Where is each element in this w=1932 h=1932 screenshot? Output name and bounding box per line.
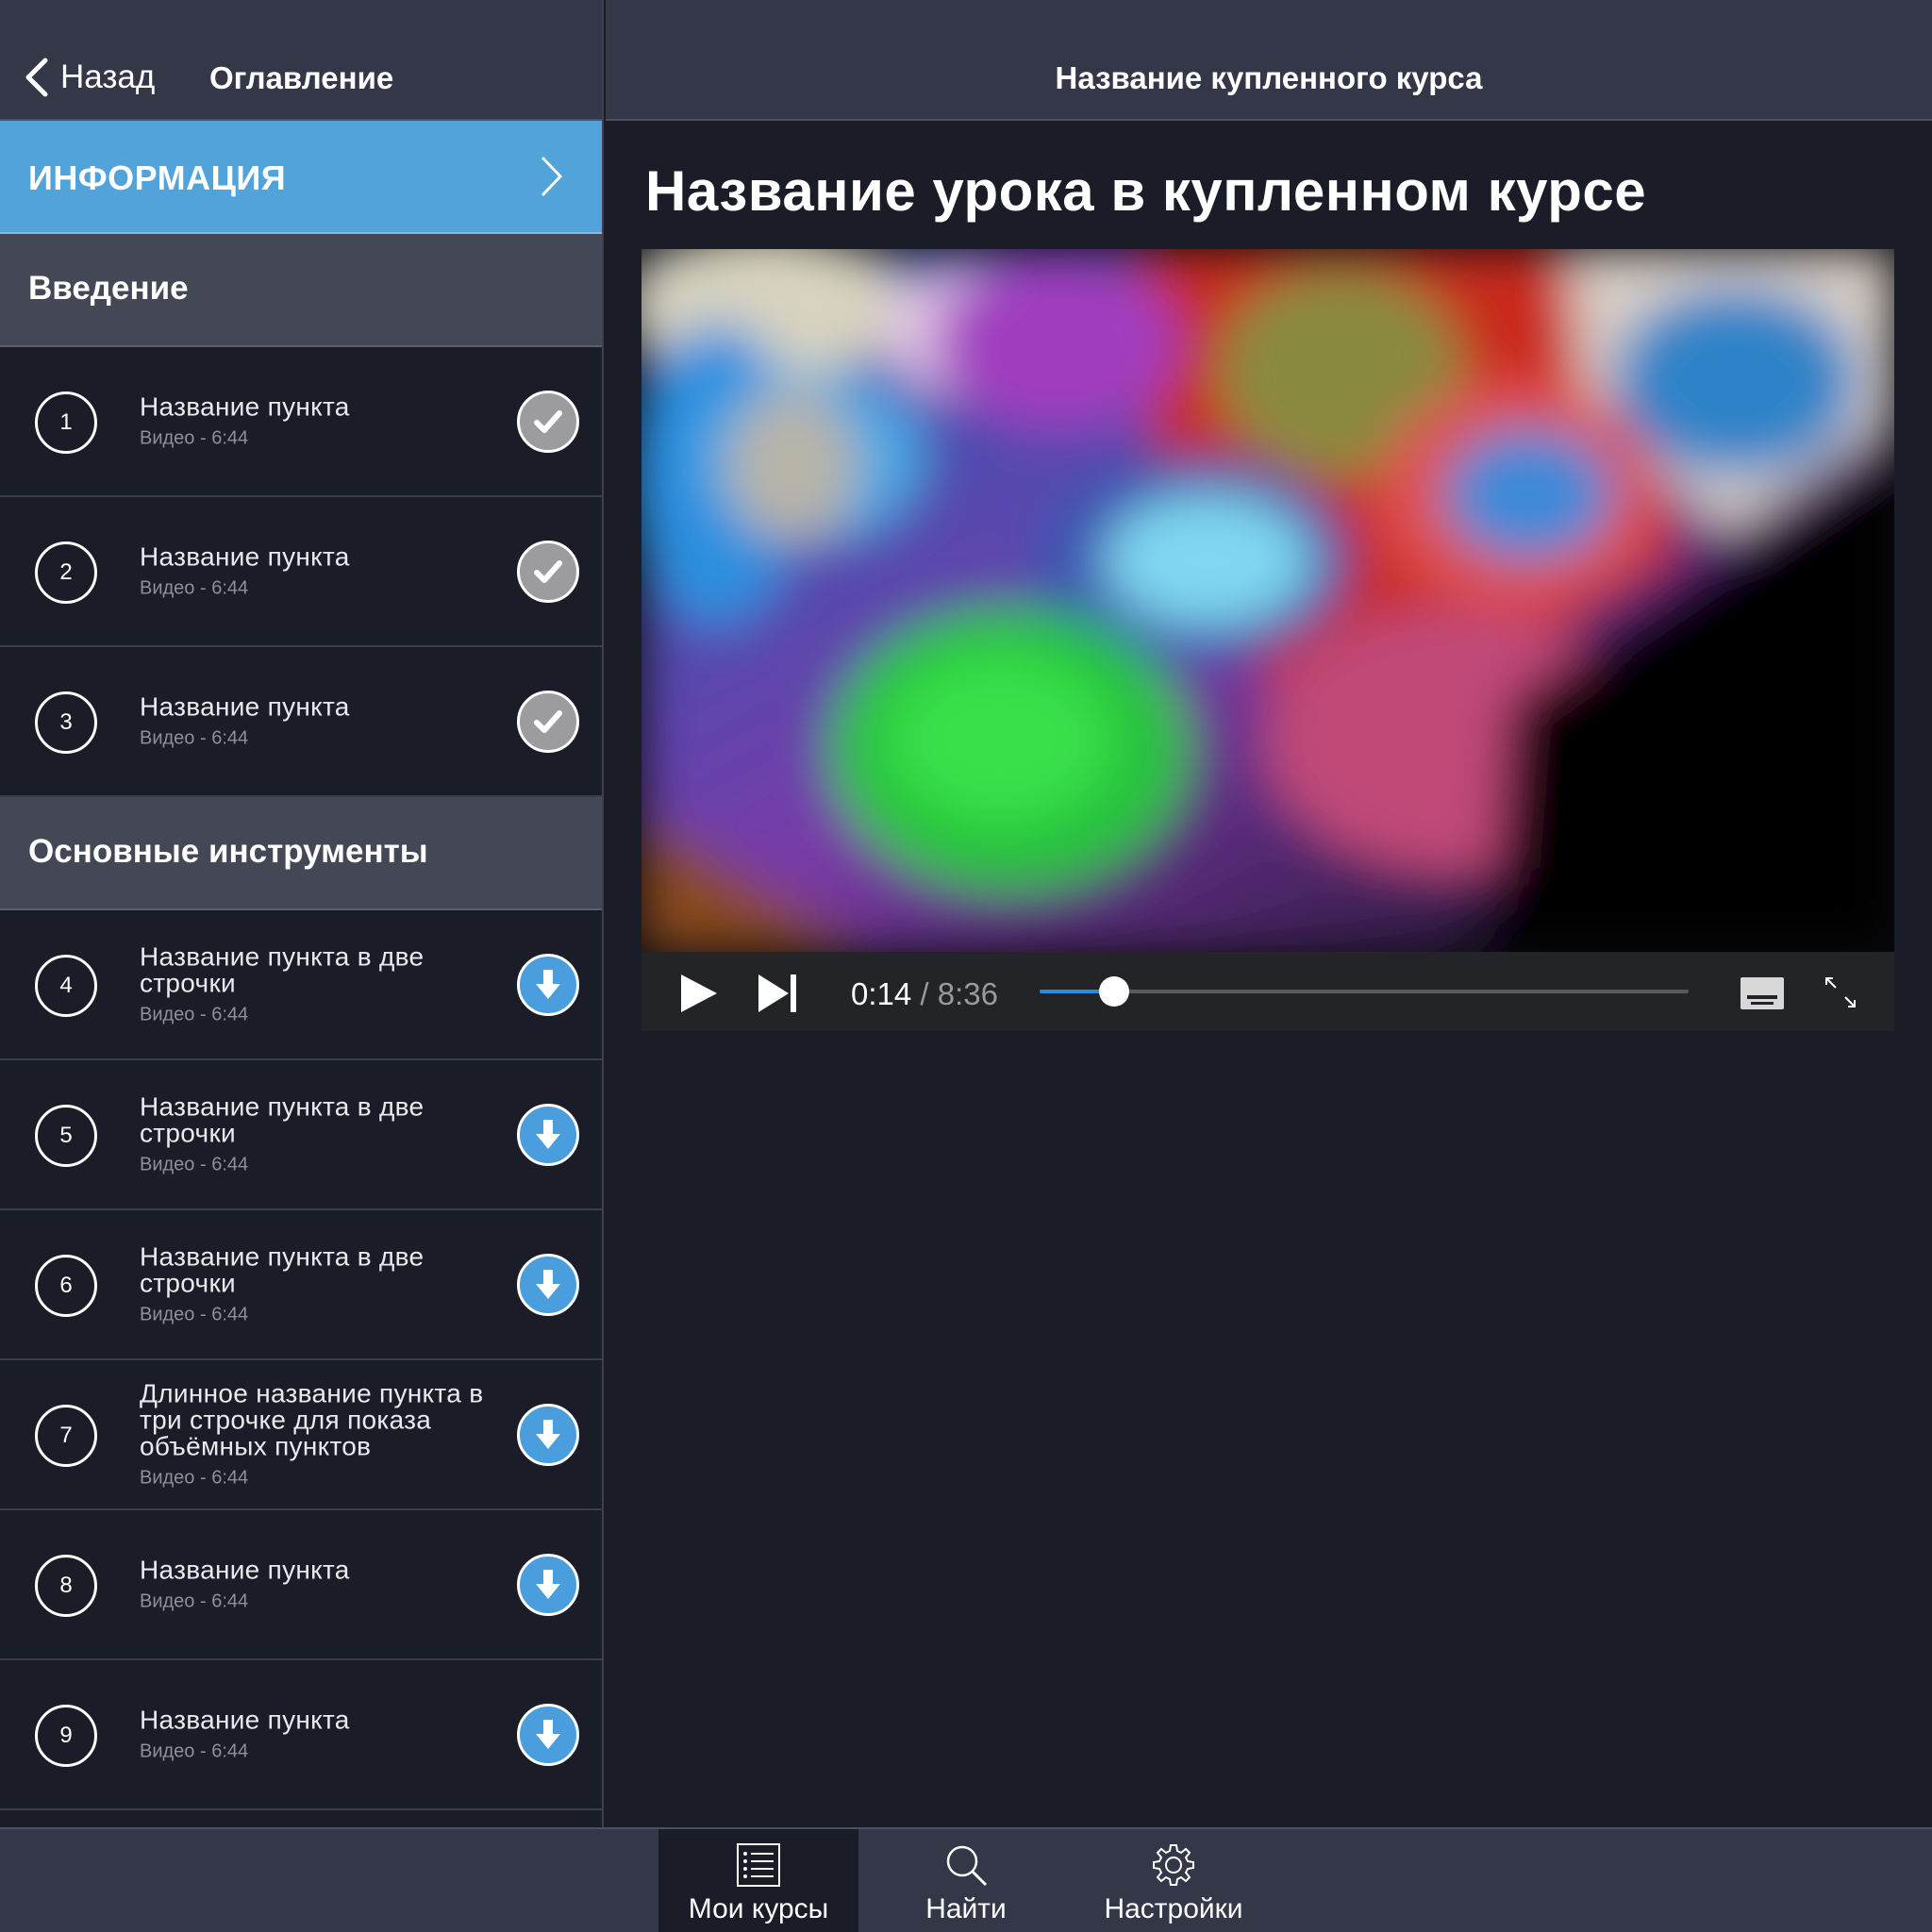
lesson-text: Название пункта Видео - 6:44 — [140, 543, 489, 599]
tab-label: Настройки — [1104, 1893, 1243, 1924]
lesson-title: Название пункта — [140, 691, 350, 721]
lesson-title: Название пункта в две строчки — [140, 1241, 425, 1297]
video-controls: 0:14 / 8:36 — [641, 952, 1894, 1031]
tab-search[interactable]: Найти — [896, 1829, 1036, 1932]
lesson-item[interactable]: 3 Название пункта Видео - 6:44 — [0, 647, 602, 797]
download-icon[interactable] — [517, 1704, 579, 1766]
lesson-sections: Введение 1 Название пункта Видео - 6:44 2 Наз… — [0, 234, 602, 1810]
time-display: 0:14 / 8:36 — [851, 976, 998, 1012]
lesson-item[interactable]: 5 Название пункта в две строчки Видео - 6:… — [0, 1060, 602, 1210]
chevron-right-icon — [541, 156, 563, 197]
lesson-item[interactable]: 6 Название пункта в две строчки Видео - 6:… — [0, 1210, 602, 1360]
back-button[interactable]: Назад — [23, 57, 155, 98]
lesson-title: Название пункта — [140, 391, 350, 421]
lesson-text: Название пункта в две строчки Видео - 6:4… — [140, 1093, 489, 1175]
download-icon[interactable] — [517, 954, 579, 1016]
chevron-left-icon — [25, 58, 48, 97]
lesson-text: Название пункта Видео - 6:44 — [140, 693, 489, 749]
download-icon[interactable] — [517, 1554, 579, 1616]
back-label: Назад — [60, 58, 156, 95]
lesson-number: 5 — [35, 1105, 97, 1167]
search-icon — [946, 1845, 988, 1887]
table-of-contents-sidebar: Назад Оглавление ИНФОРМАЦИЯ Введение 1 Наз… — [0, 0, 604, 1827]
lesson-item[interactable]: 9 Название пункта Видео - 6:44 — [0, 1660, 602, 1810]
lesson-title: Название пункта в две строчки — [140, 1091, 425, 1147]
lesson-item[interactable]: 4 Название пункта в две строчки Видео - 6:… — [0, 910, 602, 1060]
lesson-item[interactable]: 2 Название пункта Видео - 6:44 — [0, 497, 602, 647]
lesson-number: 4 — [35, 955, 97, 1017]
lesson-duration: Видео - 6:44 — [140, 1004, 249, 1024]
lesson-title: Название пункта — [140, 1555, 350, 1584]
lesson-text: Название пункта Видео - 6:44 — [140, 1707, 489, 1762]
lesson-item[interactable]: 7 Длинное название пункта в три строчке д… — [0, 1360, 602, 1510]
current-time: 0:14 — [851, 976, 912, 1011]
completed-check-icon — [517, 541, 579, 603]
skip-next-icon[interactable] — [757, 973, 798, 1014]
lesson-duration: Видео - 6:44 — [140, 727, 249, 748]
seek-bar[interactable] — [1040, 976, 1689, 1007]
total-time: 8:36 — [937, 976, 998, 1011]
completed-check-icon — [517, 391, 579, 453]
section-header: Основные инструменты — [0, 797, 602, 910]
lesson-number: 8 — [35, 1555, 97, 1617]
tab-my-courses[interactable]: Мои курсы — [658, 1829, 858, 1932]
lesson-duration: Видео - 6:44 — [140, 1591, 249, 1611]
download-icon[interactable] — [517, 1254, 579, 1316]
subtitles-icon[interactable] — [1740, 976, 1785, 1010]
lesson-text: Название пункта Видео - 6:44 — [140, 393, 489, 449]
lesson-title: Длинное название пункта в три строчке дл… — [140, 1378, 484, 1460]
gear-icon — [1153, 1844, 1194, 1886]
lesson-title: Название пункта — [140, 1705, 350, 1734]
lesson-number: 9 — [35, 1705, 97, 1767]
lesson-title: Название пункта в две строчки — [140, 941, 425, 997]
lesson-number: 2 — [35, 541, 97, 604]
lesson-title: Название урока в купленном курсе — [645, 159, 1647, 223]
lesson-duration: Видео - 6:44 — [140, 577, 249, 598]
completed-check-icon — [517, 691, 579, 753]
section-header: Введение — [0, 234, 602, 347]
time-separator: / — [920, 976, 929, 1011]
video-thumbnail — [641, 249, 1894, 952]
lesson-number: 7 — [35, 1405, 97, 1467]
video-frame[interactable] — [641, 249, 1894, 952]
section-title: Введение — [28, 270, 189, 307]
lesson-text: Название пункта в две строчки Видео - 6:4… — [140, 1243, 489, 1325]
lesson-title: Название пункта — [140, 541, 350, 571]
sidebar-title: Оглавление — [209, 60, 394, 95]
section-title: Основные инструменты — [28, 833, 428, 870]
seek-knob[interactable] — [1099, 976, 1130, 1007]
lesson-text: Название пункта в две строчки Видео - 6:4… — [140, 943, 489, 1025]
lesson-duration: Видео - 6:44 — [140, 1154, 249, 1174]
lesson-duration: Видео - 6:44 — [140, 1740, 249, 1761]
play-icon[interactable] — [677, 973, 719, 1014]
lesson-text: Название пункта Видео - 6:44 — [140, 1557, 489, 1612]
main-header: Название купленного курса — [606, 0, 1932, 121]
download-icon[interactable] — [517, 1404, 579, 1466]
tab-label: Найти — [925, 1893, 1007, 1924]
courses-list-icon — [737, 1843, 780, 1887]
info-label: ИНФОРМАЦИЯ — [28, 158, 287, 197]
tab-bar: Мои курсы Найти Настройки — [0, 1827, 1932, 1932]
lesson-duration: Видео - 6:44 — [140, 1304, 249, 1324]
fullscreen-icon[interactable] — [1824, 976, 1857, 1008]
lesson-number: 6 — [35, 1255, 97, 1317]
course-title: Название купленного курса — [1055, 60, 1483, 95]
lesson-item[interactable]: 1 Название пункта Видео - 6:44 — [0, 347, 602, 497]
lesson-number: 1 — [35, 391, 97, 454]
sidebar-header: Назад Оглавление — [0, 0, 602, 121]
lesson-item[interactable]: 8 Название пункта Видео - 6:44 — [0, 1510, 602, 1660]
lesson-number: 3 — [35, 691, 97, 754]
lesson-text: Длинное название пункта в три строчке дл… — [140, 1380, 489, 1489]
download-icon[interactable] — [517, 1104, 579, 1166]
tab-settings[interactable]: Настройки — [1083, 1829, 1264, 1932]
info-row[interactable]: ИНФОРМАЦИЯ — [0, 121, 602, 234]
lesson-duration: Видео - 6:44 — [140, 427, 249, 448]
tab-label: Мои курсы — [688, 1893, 829, 1924]
lesson-duration: Видео - 6:44 — [140, 1467, 249, 1488]
